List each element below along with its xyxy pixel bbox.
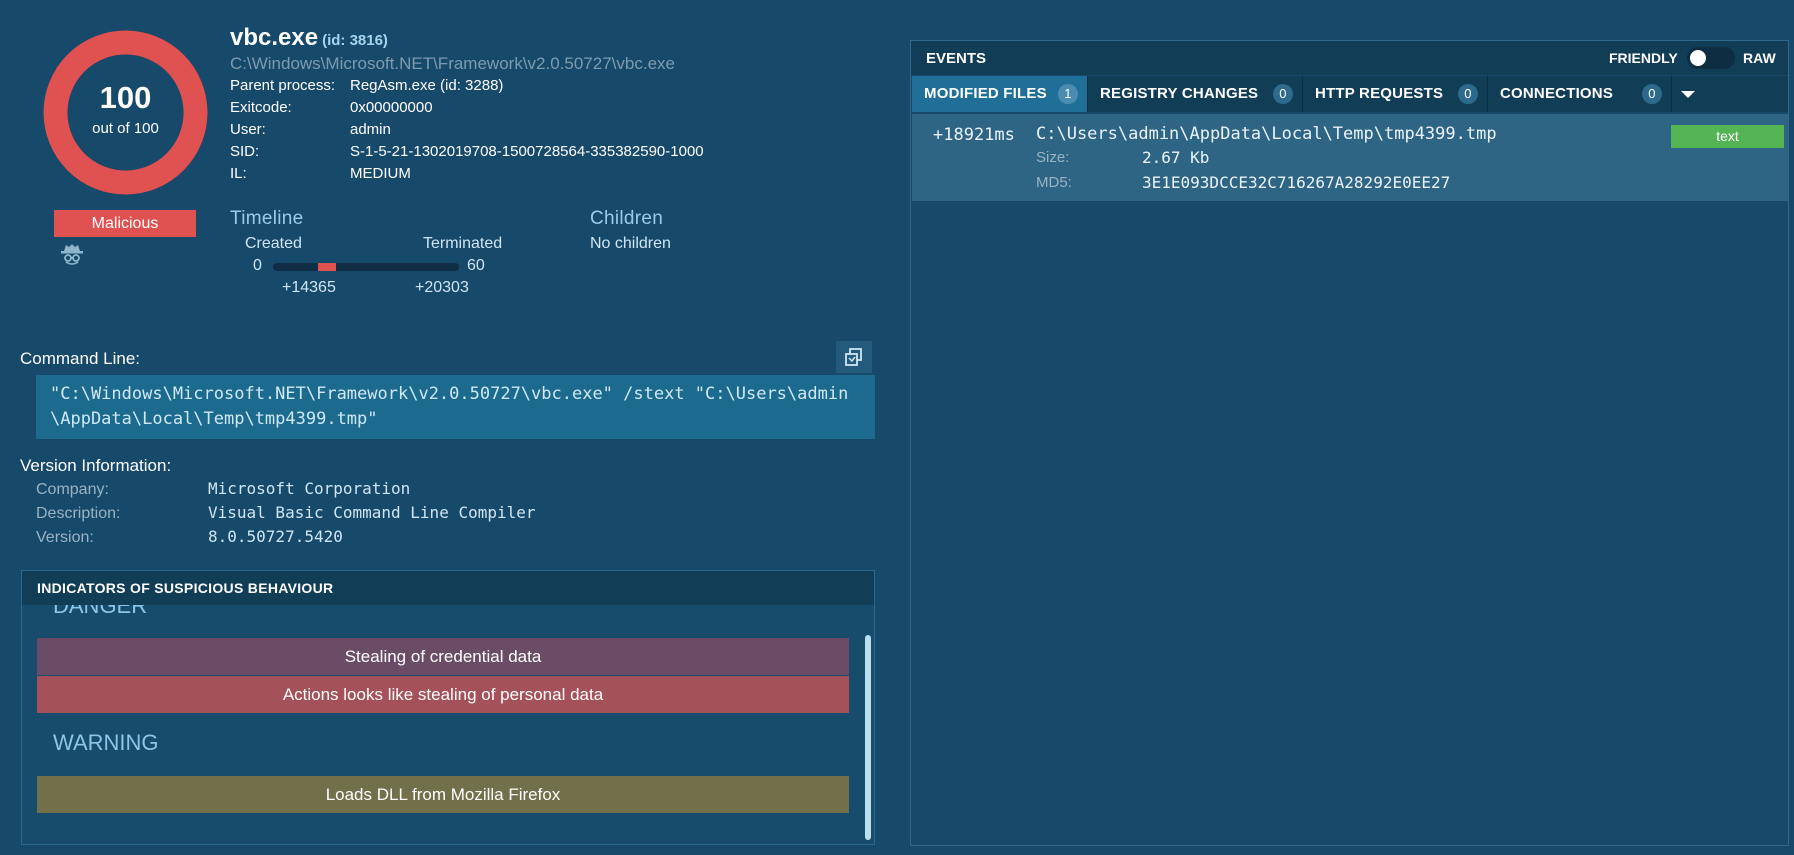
- sid-value: S-1-5-21-1302019708-1500728564-335382590…: [350, 143, 704, 160]
- event-file-path: C:\Users\admin\AppData\Local\Temp\tmp439…: [1036, 124, 1497, 144]
- indicators-body[interactable]: DANGER Stealing of credential data Actio…: [22, 605, 874, 844]
- user-row: User: admin: [230, 121, 391, 138]
- timeline-min: 0: [253, 257, 262, 274]
- exitcode-row: Exitcode: 0x00000000: [230, 99, 433, 116]
- timeline-end: +20303: [415, 279, 469, 296]
- tab-http-requests[interactable]: HTTP REQUESTS 0: [1303, 76, 1488, 112]
- tab-modified-files[interactable]: MODIFIED FILES 1: [912, 76, 1088, 112]
- timeline-start: +14365: [282, 279, 336, 296]
- tab-modified-files-label: MODIFIED FILES: [924, 85, 1047, 102]
- command-line-text[interactable]: "C:\Windows\Microsoft.NET\Framework\v2.0…: [36, 375, 875, 439]
- version-value: 8.0.50727.5420: [208, 527, 343, 546]
- indicators-panel: INDICATORS OF SUSPICIOUS BEHAVIOUR DANGE…: [21, 570, 875, 845]
- tab-connections-count: 0: [1642, 84, 1662, 104]
- description-value: Visual Basic Command Line Compiler: [208, 503, 536, 522]
- sid-row: SID: S-1-5-21-1302019708-1500728564-33538…: [230, 143, 704, 160]
- events-panel: EVENTS FRIENDLY RAW MODIFIED FILES 1 REG…: [910, 40, 1789, 846]
- exitcode-value: 0x00000000: [350, 99, 433, 116]
- score-subtitle: out of 100: [92, 120, 159, 137]
- version-company-row: Company: Microsoft Corporation: [36, 479, 410, 499]
- spy-icon: [60, 243, 84, 265]
- warning-heading: WARNING: [53, 730, 159, 755]
- il-value: MEDIUM: [350, 165, 411, 182]
- sid-label: SID:: [230, 143, 260, 160]
- parent-process-row: Parent process: RegAsm.exe (id: 3288): [230, 77, 503, 94]
- copy-icon: [845, 348, 862, 366]
- version-info-label: Version Information:: [20, 456, 172, 475]
- file-type-badge[interactable]: text: [1671, 125, 1784, 148]
- verdict-badge: Malicious: [54, 210, 196, 237]
- event-time: +18921ms: [933, 125, 1015, 145]
- process-path: C:\Windows\Microsoft.NET\Framework\v2.0.…: [230, 54, 675, 73]
- tab-http-requests-count: 0: [1458, 84, 1478, 104]
- tab-registry-changes-label: REGISTRY CHANGES: [1100, 85, 1259, 102]
- company-value: Microsoft Corporation: [208, 479, 411, 498]
- timeline-title: Timeline: [230, 208, 304, 229]
- friendly-label: FRIENDLY: [1609, 50, 1678, 66]
- friendly-raw-toggle[interactable]: [1687, 47, 1735, 69]
- version-label: Version:: [36, 529, 94, 546]
- copy-button[interactable]: [836, 341, 872, 373]
- events-header: EVENTS FRIENDLY RAW: [911, 41, 1788, 75]
- toggle-knob: [1690, 50, 1706, 66]
- events-title: EVENTS: [926, 50, 987, 67]
- event-md5-label: MD5:: [1036, 174, 1072, 191]
- event-size-value: 2.67 Kb: [1142, 148, 1210, 167]
- threat-score-ring: 100 out of 100: [43, 30, 208, 195]
- command-line-label: Command Line:: [20, 349, 141, 368]
- exitcode-label: Exitcode:: [230, 99, 292, 116]
- timeline-terminated-label: Terminated: [423, 235, 503, 252]
- children-title: Children: [590, 208, 664, 229]
- il-row: IL: MEDIUM: [230, 165, 411, 182]
- parent-process-label: Parent process:: [230, 77, 336, 94]
- version-number-row: Version: 8.0.50727.5420: [36, 527, 343, 547]
- version-description-row: Description: Visual Basic Command Line Co…: [36, 503, 536, 523]
- indicators-header: INDICATORS OF SUSPICIOUS BEHAVIOUR: [22, 571, 874, 605]
- process-name: vbc.exe: [230, 24, 319, 51]
- indicator-credential-theft[interactable]: Stealing of credential data: [37, 638, 849, 675]
- tab-registry-changes[interactable]: REGISTRY CHANGES 0: [1088, 76, 1303, 112]
- timeline-created-label: Created: [245, 235, 302, 252]
- user-value: admin: [350, 121, 391, 138]
- parent-process-value[interactable]: RegAsm.exe (id: 3288): [350, 77, 503, 94]
- danger-heading: DANGER: [53, 605, 148, 618]
- timeline-active-segment: [317, 263, 336, 271]
- chevron-down-icon[interactable]: [1672, 76, 1706, 112]
- tab-http-requests-label: HTTP REQUESTS: [1315, 85, 1444, 102]
- score-value: 100: [99, 80, 152, 115]
- indicator-firefox-dll[interactable]: Loads DLL from Mozilla Firefox: [37, 776, 849, 813]
- events-tabs: MODIFIED FILES 1 REGISTRY CHANGES 0 HTTP…: [912, 76, 1788, 112]
- process-title: vbc.exe (id: 3816): [230, 24, 388, 52]
- il-label: IL:: [230, 165, 247, 182]
- tab-connections[interactable]: CONNECTIONS 0: [1488, 76, 1672, 112]
- description-label: Description:: [36, 505, 121, 522]
- indicators-scrollbar[interactable]: [865, 635, 871, 840]
- company-label: Company:: [36, 481, 109, 498]
- event-size-label: Size:: [1036, 149, 1070, 166]
- tab-registry-changes-count: 0: [1273, 84, 1293, 104]
- raw-label: RAW: [1743, 50, 1776, 66]
- timeline-max: 60: [467, 257, 485, 274]
- process-id: (id: 3816): [322, 32, 388, 49]
- tab-modified-files-count: 1: [1058, 84, 1078, 104]
- indicator-personal-data-theft[interactable]: Actions looks like stealing of personal …: [37, 676, 849, 713]
- tab-connections-label: CONNECTIONS: [1500, 85, 1614, 102]
- event-row[interactable]: +18921ms C:\Users\admin\AppData\Local\Te…: [912, 114, 1788, 201]
- user-label: User:: [230, 121, 266, 138]
- timeline-bar: [273, 263, 459, 271]
- event-md5-value: 3E1E093DCCE32C716267A28292E0EE27: [1142, 173, 1451, 192]
- children-value: No children: [590, 235, 671, 252]
